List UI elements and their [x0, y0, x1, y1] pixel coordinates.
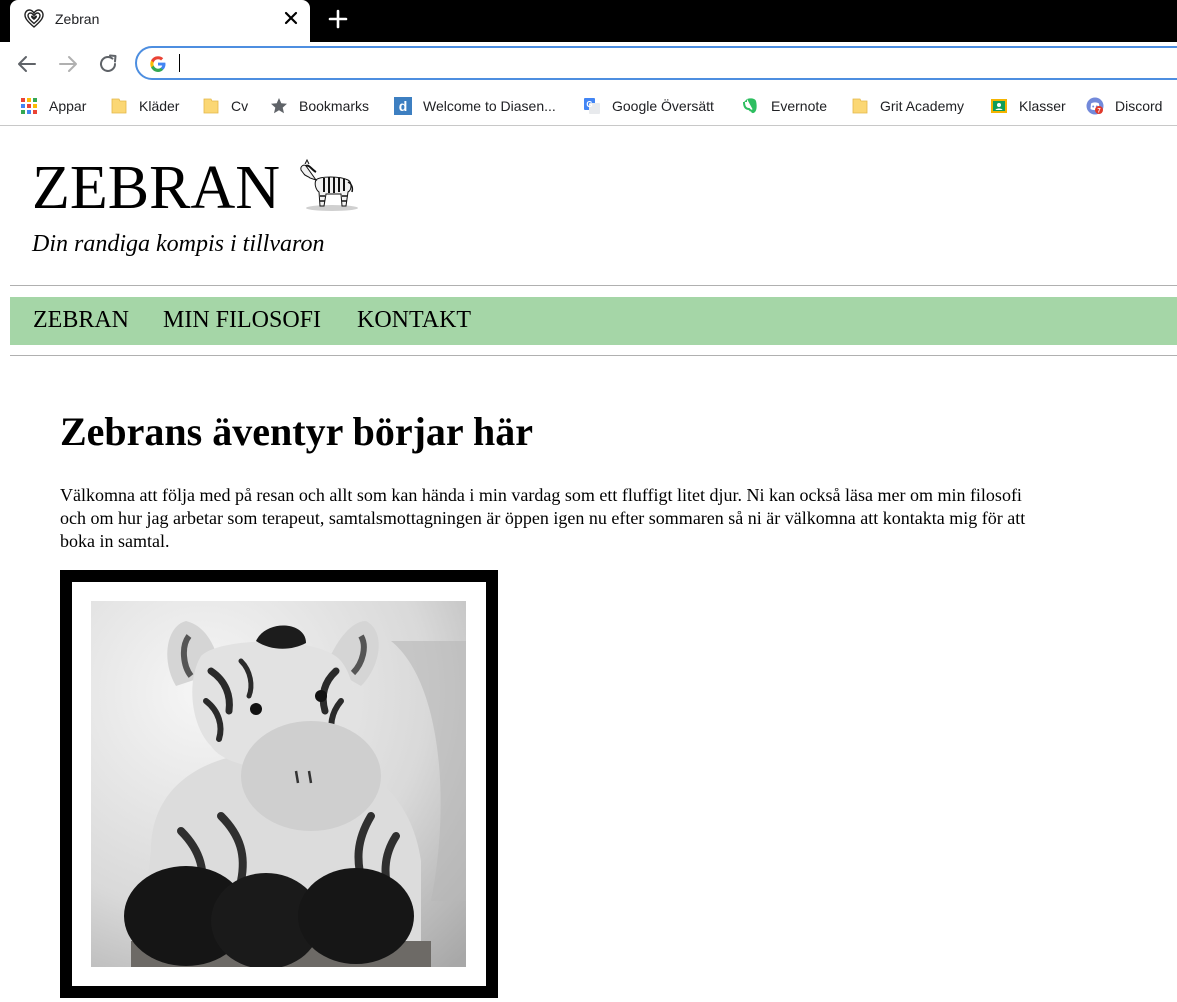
bookmark-label: Klasser [1019, 98, 1066, 114]
svg-text:d: d [399, 98, 408, 114]
bookmark-label: Bookmarks [299, 98, 370, 114]
bookmark-klasser[interactable]: Klasser [990, 95, 1066, 117]
browser-tabstrip: Zebran [0, 0, 1177, 42]
photo-mat [72, 582, 486, 986]
bookmark-label: Grit Academy [880, 98, 965, 114]
bookmark-label: Kläder [139, 98, 180, 114]
diasen-icon: d [394, 97, 412, 115]
bookmark-evernote[interactable]: Evernote [742, 95, 827, 117]
bookmarks-bar: Appar Kläder Cv Bookmarks d Welcome to D… [0, 86, 1177, 126]
plush-zebra-photo [91, 601, 466, 967]
spiral-heart-favicon-icon [24, 9, 44, 28]
bookmark-google-translate[interactable]: G Google Översätt [583, 95, 714, 117]
evernote-icon [743, 98, 757, 114]
nav-link-kontakt[interactable]: KONTAKT [357, 307, 471, 334]
svg-text:G: G [586, 100, 592, 109]
bookmark-label: Evernote [771, 98, 828, 114]
photo-frame [60, 570, 498, 998]
new-tab-plus-icon[interactable] [327, 8, 349, 30]
bookmark-label: Welcome to Diasen... [423, 98, 556, 114]
bookmark-appar[interactable]: Appar [20, 95, 86, 117]
forward-arrow-icon[interactable] [56, 52, 80, 76]
address-input[interactable] [181, 52, 1165, 76]
google-translate-icon: G [584, 98, 600, 114]
site-tagline: Din randiga kompis i tillvaron [32, 231, 325, 257]
address-bar[interactable] [135, 46, 1177, 80]
tab-title: Zebran [55, 11, 100, 27]
bookmark-diasen[interactable]: d Welcome to Diasen... [394, 95, 556, 117]
nav-link-zebran[interactable]: ZEBRAN [33, 307, 129, 334]
folder-icon [111, 98, 127, 114]
discord-icon: 7 [1086, 97, 1104, 115]
star-icon [271, 98, 287, 114]
text-caret [179, 54, 180, 72]
intro-paragraph: Välkomna att följa med på resan och allt… [60, 485, 1026, 551]
bookmark-label: Discord [1115, 98, 1163, 114]
bookmark-discord[interactable]: 7 Discord [1086, 95, 1162, 117]
close-tab-icon[interactable] [282, 9, 300, 27]
nav-link-min-filosofi[interactable]: MIN FILOSOFI [163, 307, 321, 334]
reload-icon[interactable] [96, 52, 120, 76]
browser-tab[interactable]: Zebran [10, 0, 310, 42]
bookmark-label: Cv [231, 98, 249, 114]
header-divider [10, 285, 1177, 286]
bookmark-grit-academy[interactable]: Grit Academy [851, 95, 964, 117]
folder-icon [203, 98, 219, 114]
back-arrow-icon[interactable] [15, 52, 39, 76]
bookmark-label: Google Översätt [612, 98, 714, 114]
bookmark-cv[interactable]: Cv [202, 95, 248, 117]
main-nav: ZEBRAN MIN FILOSOFI KONTAKT [10, 297, 1177, 345]
main-heading: Zebrans äventyr börjar här [60, 409, 533, 454]
nav-divider [10, 355, 1177, 356]
classroom-icon [991, 99, 1007, 113]
apps-grid-icon [21, 98, 37, 114]
bookmark-label: Appar [49, 98, 87, 114]
zebra-logo-icon [300, 158, 358, 211]
site-title: ZEBRAN [32, 154, 280, 222]
bookmark-klader[interactable]: Kläder [110, 95, 179, 117]
browser-toolbar [0, 42, 1177, 86]
bookmark-bookmarks[interactable]: Bookmarks [270, 95, 369, 117]
folder-icon [852, 98, 868, 114]
google-g-icon [150, 56, 166, 72]
